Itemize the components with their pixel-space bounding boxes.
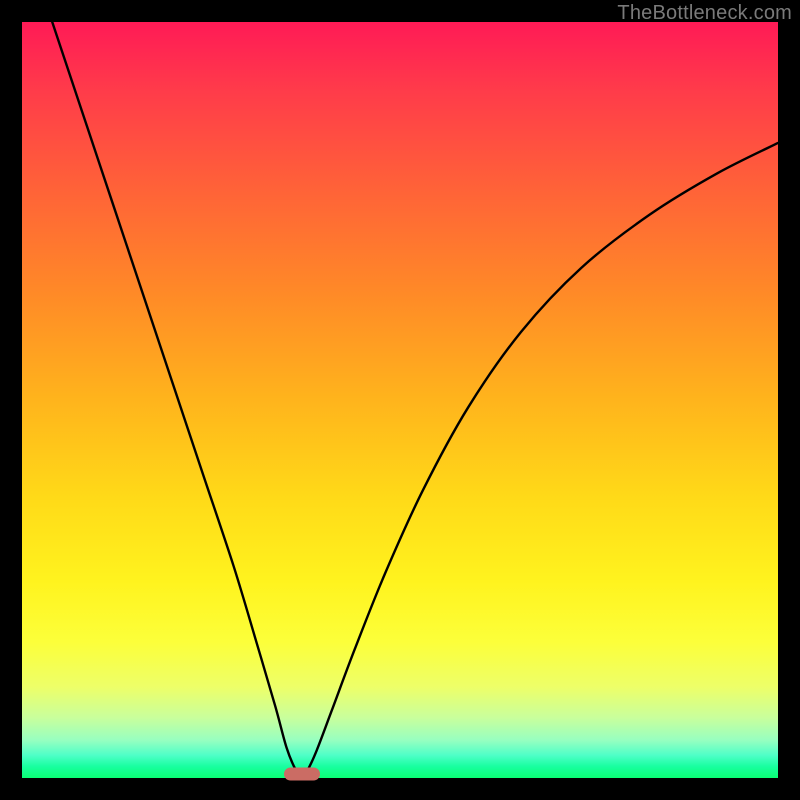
chart-area: [22, 22, 778, 778]
optimal-marker: [284, 768, 320, 781]
bottleneck-curve: [22, 22, 778, 778]
watermark-text: TheBottleneck.com: [617, 2, 792, 25]
